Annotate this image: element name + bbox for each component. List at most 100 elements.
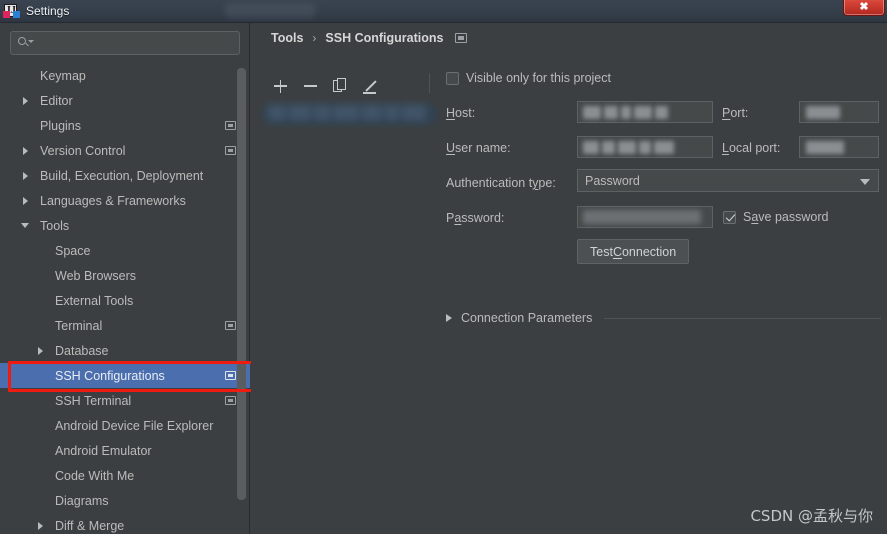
sidebar-item-label: Languages & Frameworks — [40, 193, 186, 208]
sidebar-item-label: Android Device File Explorer — [55, 418, 214, 433]
visible-only-checkbox-row[interactable]: Visible only for this project — [446, 71, 611, 85]
sidebar-item-label: Build, Execution, Deployment — [40, 168, 204, 183]
chevron-right-icon[interactable] — [34, 520, 46, 532]
intellij-idea-icon: IJ — [3, 3, 20, 19]
breadcrumb-current: SSH Configurations — [325, 31, 444, 45]
sidebar-item-build-execution-deployment[interactable]: Build, Execution, Deployment — [0, 163, 250, 188]
sidebar-item-version-control[interactable]: Version Control — [0, 138, 250, 163]
settings-tree: Keymap Editor Plugins Version Control Build,… — [0, 63, 250, 533]
chevron-right-icon — [446, 314, 452, 322]
connection-parameters-label: Connection Parameters — [461, 311, 593, 325]
remove-button[interactable] — [302, 78, 319, 95]
sidebar-item-plugins[interactable]: Plugins — [0, 113, 250, 138]
list-item[interactable] — [262, 103, 437, 125]
add-button[interactable] — [272, 78, 289, 95]
sidebar-item-database[interactable]: Database — [0, 338, 250, 363]
sidebar-item-android-device-file-explorer[interactable]: Android Device File Explorer — [0, 413, 250, 438]
auth-type-value: Password — [585, 173, 640, 188]
section-divider — [604, 317, 881, 319]
sidebar-item-label: Database — [55, 343, 109, 358]
auth-type-select[interactable]: Password — [577, 169, 879, 192]
test-connection-button[interactable]: Test Connection — [577, 239, 690, 264]
settings-sidebar: Keymap Editor Plugins Version Control Build,… — [0, 23, 250, 534]
local-port-label: Local port: — [722, 141, 781, 155]
sidebar-item-label: Diagrams — [55, 493, 109, 508]
project-scope-icon — [225, 396, 236, 405]
auth-type-row: Authentication type: Password — [446, 169, 881, 204]
sidebar-item-label: Code With Me — [55, 468, 135, 483]
visible-only-checkbox[interactable] — [446, 71, 459, 85]
project-scope-icon — [225, 121, 236, 130]
sidebar-item-label: External Tools — [55, 293, 134, 308]
project-scope-icon — [225, 371, 236, 380]
sidebar-item-label: Editor — [40, 93, 73, 108]
sidebar-item-diagrams[interactable]: Diagrams — [0, 488, 250, 513]
host-label-rest: ost: — [455, 106, 476, 120]
copy-icon[interactable] — [332, 77, 349, 95]
ssh-config-list-pane — [262, 73, 437, 528]
chevron-down-icon[interactable] — [19, 220, 31, 232]
port-label: Port: — [722, 106, 749, 120]
sidebar-item-label: Space — [55, 243, 91, 258]
chevron-right-icon[interactable] — [19, 170, 31, 182]
title-bar: IJ Settings ✖ — [0, 0, 887, 23]
sidebar-item-label: Terminal — [55, 318, 103, 333]
sidebar-item-space[interactable]: Space — [0, 238, 250, 263]
local-port-field[interactable] — [799, 136, 879, 158]
project-scope-icon — [455, 33, 468, 43]
list-divider — [429, 73, 430, 93]
sidebar-item-label: SSH Terminal — [55, 393, 132, 408]
sidebar-item-code-with-me[interactable]: Code With Me — [0, 463, 250, 488]
host-field[interactable] — [577, 101, 713, 123]
sidebar-item-label: SSH Configurations — [55, 368, 165, 383]
save-password-checkbox[interactable] — [723, 210, 736, 224]
host-row: Host: Port: — [446, 99, 881, 134]
chevron-right-icon[interactable] — [19, 95, 31, 107]
watermark: CSDN @孟秋与你 — [750, 507, 873, 525]
port-field[interactable] — [799, 101, 879, 123]
list-toolbar — [272, 73, 379, 99]
test-connection-row: Test Connection — [446, 239, 881, 287]
chevron-right-icon[interactable] — [34, 345, 46, 357]
password-field[interactable] — [577, 206, 713, 228]
sidebar-item-diff-merge[interactable]: Diff & Merge — [0, 513, 250, 533]
save-password-row[interactable]: Save password — [723, 210, 828, 224]
search-box[interactable] — [10, 31, 240, 55]
sidebar-scrollbar-thumb[interactable] — [237, 68, 246, 500]
username-label: User name: — [446, 141, 511, 155]
sidebar-item-keymap[interactable]: Keymap — [0, 63, 250, 88]
settings-dialog: IJ Settings ✖ Keymap Editor Plugins Version… — [0, 0, 887, 534]
project-scope-icon — [225, 321, 236, 330]
sidebar-item-languages-frameworks[interactable]: Languages & Frameworks — [0, 188, 250, 213]
sidebar-item-web-browsers[interactable]: Web Browsers — [0, 263, 250, 288]
sidebar-item-android-emulator[interactable]: Android Emulator — [0, 438, 250, 463]
auth-type-label: Authentication type: — [446, 176, 556, 190]
password-row: Password: Save password — [446, 204, 881, 239]
breadcrumb: Tools › SSH Configurations — [271, 31, 468, 45]
sidebar-item-ssh-terminal[interactable]: SSH Terminal — [0, 388, 250, 413]
username-field[interactable] — [577, 136, 713, 158]
sidebar-item-tools[interactable]: Tools — [0, 213, 250, 238]
sidebar-item-external-tools[interactable]: External Tools — [0, 288, 250, 313]
chevron-right-icon[interactable] — [19, 145, 31, 157]
window-title: Settings — [26, 4, 70, 18]
breadcrumb-root[interactable]: Tools — [271, 31, 303, 45]
username-row: User name: Local port: — [446, 134, 881, 169]
sidebar-item-label: Keymap — [40, 68, 86, 83]
settings-content-panel: Tools › SSH Configurations Visible only … — [251, 23, 887, 534]
project-scope-icon — [225, 146, 236, 155]
sidebar-item-ssh-configurations[interactable]: SSH Configurations — [0, 363, 250, 388]
sidebar-item-editor[interactable]: Editor — [0, 88, 250, 113]
visible-only-label: Visible only for this project — [466, 71, 611, 85]
connection-parameters-section[interactable]: Connection Parameters — [446, 311, 881, 325]
pencil-icon[interactable] — [362, 78, 379, 95]
password-label: Password: — [446, 211, 505, 225]
sidebar-item-label: Plugins — [40, 118, 81, 133]
chevron-down-icon — [860, 179, 870, 185]
close-button[interactable]: ✖ — [843, 0, 885, 16]
sidebar-item-terminal[interactable]: Terminal — [0, 313, 250, 338]
chevron-right-icon[interactable] — [19, 195, 31, 207]
search-icon — [18, 36, 34, 50]
search-input[interactable] — [32, 36, 239, 50]
sidebar-item-label: Tools — [40, 218, 70, 233]
